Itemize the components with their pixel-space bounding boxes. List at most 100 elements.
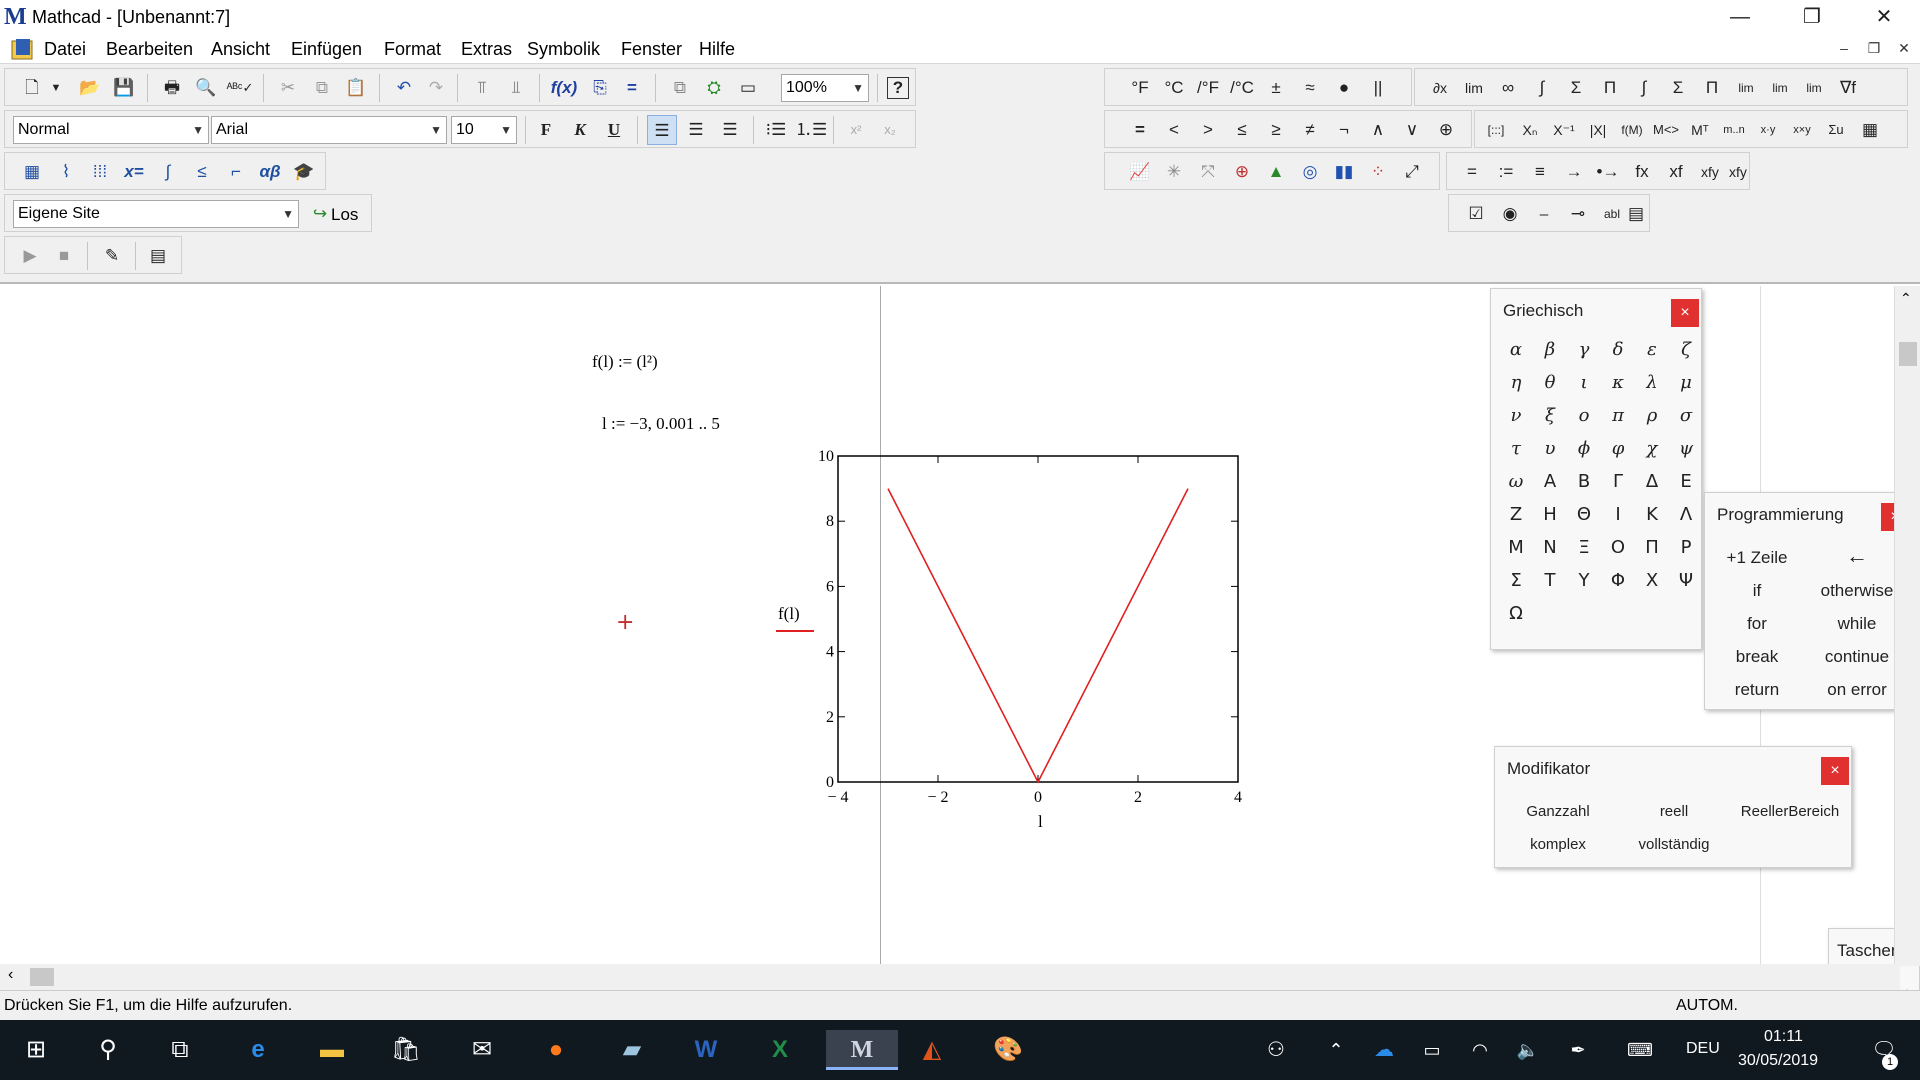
slider-control-button[interactable]: ⎯ [1529, 199, 1559, 229]
vertical-scrollbar[interactable]: ⌃ [1894, 286, 1920, 966]
excel-icon[interactable]: X [758, 1030, 802, 1070]
align-top-icon[interactable]: ⫪ [467, 73, 497, 103]
derivative-button[interactable]: ∂x [1425, 73, 1455, 103]
greek-letter-button[interactable]: φ [1601, 432, 1635, 465]
new-document-icon[interactable]: 🗋 [17, 73, 47, 103]
bool-equal-button[interactable]: = [1125, 115, 1155, 145]
continue-button[interactable]: continue [1807, 640, 1907, 673]
help-icon[interactable]: ? [887, 77, 909, 99]
graph-palette-icon[interactable]: ⌇ [51, 157, 81, 187]
if-button[interactable]: if [1707, 574, 1807, 607]
parallel-button[interactable]: || [1363, 73, 1393, 103]
greek-letter-button[interactable]: ε [1635, 333, 1669, 366]
spellcheck-icon[interactable]: ᴬᴮᶜ✓ [225, 73, 255, 103]
less-than-button[interactable]: < [1159, 115, 1189, 145]
vector-field-icon[interactable]: ⤢ [1397, 157, 1427, 187]
greek-letter-button[interactable]: δ [1601, 333, 1635, 366]
stop-icon[interactable]: ■ [49, 241, 79, 271]
cut-icon[interactable]: ✂ [273, 73, 303, 103]
greek-letter-button[interactable]: τ [1499, 432, 1533, 465]
greek-letter-button[interactable]: μ [1669, 366, 1703, 399]
battery-icon[interactable]: ▭ [1410, 1030, 1454, 1070]
prefix-operator-button[interactable]: fx [1627, 157, 1657, 187]
menu-fenster[interactable]: Fenster [621, 39, 682, 60]
wifi-icon[interactable]: ◠ [1458, 1030, 1502, 1070]
local-assign-button[interactable]: ← [1807, 539, 1907, 572]
trace-plot-icon[interactable]: ⊕ [1227, 157, 1257, 187]
bold-button[interactable]: F [531, 115, 561, 145]
range-sum-button[interactable]: Σ [1561, 73, 1591, 103]
modifier-palette-close-button[interactable]: × [1821, 757, 1849, 785]
sum-button[interactable]: Σ [1663, 73, 1693, 103]
determinant-button[interactable]: |X| [1583, 115, 1613, 145]
menu-symbolik[interactable]: Symbolik [527, 39, 600, 60]
greek-letter-button[interactable]: ν [1499, 399, 1533, 432]
restore-button[interactable]: ❐ [1784, 0, 1840, 34]
range-definition[interactable]: l := −3, 0.001 .. 5 [602, 414, 720, 434]
superscript-button[interactable]: x² [841, 115, 871, 145]
postfix-operator-button[interactable]: xf [1661, 157, 1691, 187]
greek-letter-button[interactable]: ξ [1533, 399, 1567, 432]
greek-letter-button[interactable]: λ [1635, 366, 1669, 399]
edge-browser-icon[interactable]: e [236, 1030, 280, 1070]
greek-letter-button[interactable]: Ο [1601, 531, 1635, 564]
greek-letter-button[interactable]: Τ [1533, 564, 1567, 597]
complex-modifier-button[interactable]: komplex [1503, 828, 1613, 861]
treefix-operator-button[interactable]: xfy [1723, 157, 1753, 187]
gradient-button[interactable]: ∇f [1833, 73, 1863, 103]
greek-letter-button[interactable]: ψ [1669, 432, 1703, 465]
mdi-restore-button[interactable]: ❐ [1864, 40, 1884, 58]
transpose-button[interactable]: Mᵀ [1685, 115, 1715, 145]
vector-sum-button[interactable]: Σu [1821, 115, 1851, 145]
people-icon[interactable]: ⚇ [1254, 1030, 1298, 1070]
horizontal-scrollbar[interactable]: ‹ [0, 964, 1900, 990]
document-icon[interactable] [10, 37, 36, 61]
close-button[interactable]: ✕ [1856, 0, 1912, 34]
trace-window-icon[interactable]: ▤ [143, 241, 173, 271]
symbolic-eval-button[interactable]: → [1559, 157, 1589, 187]
not-button[interactable]: ¬ [1329, 115, 1359, 145]
window-icon[interactable]: ▭ [733, 73, 763, 103]
dot-button[interactable]: ● [1329, 73, 1359, 103]
insert-component-icon[interactable]: ⧉ [665, 73, 695, 103]
greek-letter-button[interactable]: Γ [1601, 465, 1635, 498]
greek-palette-close-button[interactable]: × [1671, 299, 1699, 327]
textbox-control-button[interactable]: ⊸ [1563, 199, 1593, 229]
scroll-up-icon[interactable]: ⌃ [1900, 290, 1912, 307]
while-button[interactable]: while [1807, 607, 1907, 640]
menu-ansicht[interactable]: Ansicht [211, 39, 270, 60]
left-limit-button[interactable]: lim [1799, 73, 1829, 103]
greek-letter-button[interactable]: Ξ [1567, 531, 1601, 564]
greek-letter-button[interactable]: π [1601, 399, 1635, 432]
checkbox-control-button[interactable]: ☑ [1461, 199, 1491, 229]
greek-palette-icon[interactable]: αβ [255, 157, 285, 187]
print-icon[interactable]: 🖶 [157, 73, 187, 103]
unit-delta-fahrenheit-button[interactable]: /°F [1193, 73, 1223, 103]
and-button[interactable]: ∧ [1363, 115, 1393, 145]
greek-letter-button[interactable]: ο [1567, 399, 1601, 432]
unit-fahrenheit-button[interactable]: °F [1125, 73, 1155, 103]
unit-delta-celsius-button[interactable]: /°C [1227, 73, 1257, 103]
greater-than-button[interactable]: > [1193, 115, 1223, 145]
matrix-palette-icon[interactable]: ⁞⁞⁞ [85, 157, 115, 187]
save-icon[interactable]: 💾 [109, 73, 139, 103]
scroll-left-icon[interactable]: ‹ [8, 966, 13, 984]
greek-letter-button[interactable]: Φ [1601, 564, 1635, 597]
keyboard-icon[interactable]: ⌨ [1618, 1030, 1662, 1070]
font-size-select[interactable]: 10 ▼ [451, 116, 517, 144]
infinity-button[interactable]: ∞ [1493, 73, 1523, 103]
product-button[interactable]: Π [1697, 73, 1727, 103]
paint-icon[interactable]: 🎨 [986, 1030, 1030, 1070]
menu-einfuegen[interactable]: Einfügen [291, 39, 362, 60]
subscript-index-button[interactable]: Xₙ [1515, 115, 1545, 145]
menu-extras[interactable]: Extras [461, 39, 512, 60]
right-limit-button[interactable]: lim [1765, 73, 1795, 103]
mdi-minimize-button[interactable]: – [1834, 40, 1854, 58]
horizontal-scroll-thumb[interactable] [30, 968, 54, 986]
picture-button[interactable]: ▦ [1855, 115, 1885, 145]
undo-icon[interactable]: ↶ [389, 73, 419, 103]
input-language[interactable]: DEU [1686, 1040, 1720, 1058]
greek-letter-button[interactable]: ϕ [1567, 432, 1601, 465]
greek-letter-button[interactable]: κ [1601, 366, 1635, 399]
greek-letter-button[interactable]: γ [1567, 333, 1601, 366]
